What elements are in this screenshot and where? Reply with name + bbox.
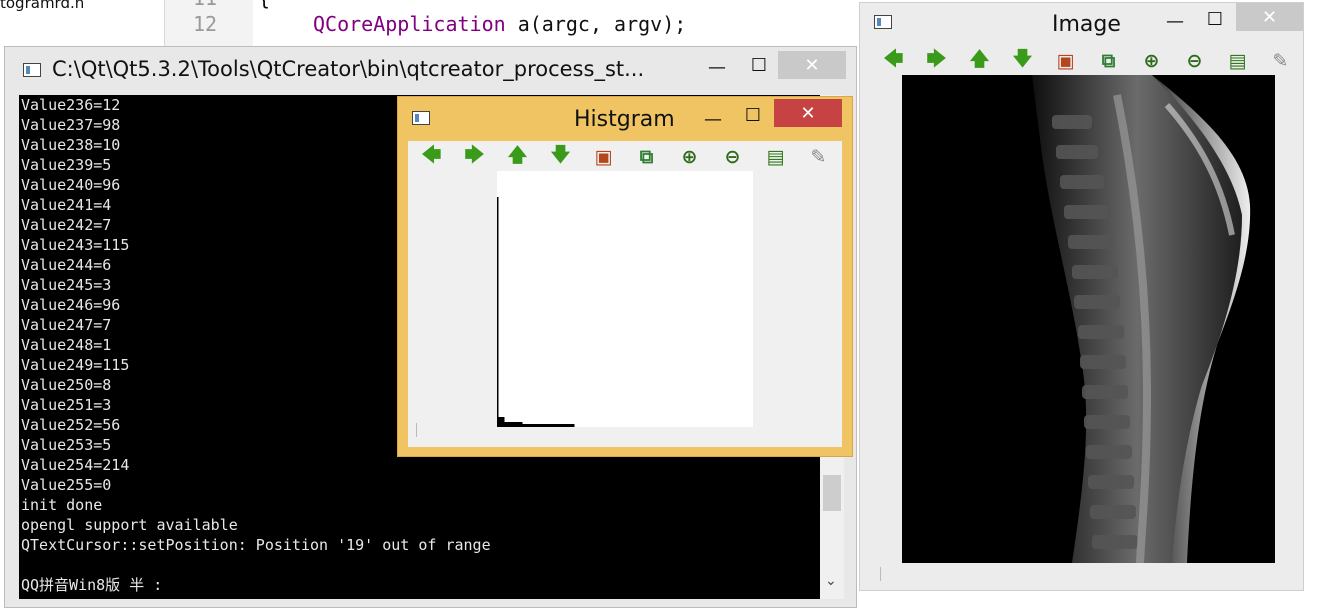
zoom-in-icon[interactable]: ⊕ — [668, 143, 711, 171]
minimize-button[interactable]: — — [696, 105, 730, 133]
histogram-toolbar: 🡄 🡆 🡅 🡇 ▣ ⧉ ⊕ ⊖ ▤ ✎ — [410, 143, 840, 171]
arrow-right-icon[interactable]: 🡆 — [915, 47, 958, 75]
project-file-item[interactable]: togramrd.h — [0, 0, 84, 12]
minimize-button[interactable]: — — [699, 53, 735, 81]
arrow-up-icon[interactable]: 🡅 — [496, 143, 539, 171]
scroll-down-icon[interactable]: ⌄ — [825, 573, 837, 589]
arrow-up-icon[interactable]: 🡅 — [958, 47, 1001, 75]
image-icon[interactable]: ▣ — [1044, 47, 1087, 75]
fit-window-icon[interactable]: ⧉ — [625, 143, 668, 171]
arrow-down-icon[interactable]: 🡇 — [539, 143, 582, 171]
arrow-left-icon[interactable]: 🡄 — [872, 47, 915, 75]
clear-icon[interactable]: ✎ — [1259, 47, 1302, 75]
histogram-canvas — [497, 171, 753, 427]
code-editor-background: togramrd.h 11 12 { QCoreApplication a(ar… — [0, 0, 860, 50]
maximize-button[interactable]: ☐ — [736, 101, 770, 129]
close-button[interactable]: ✕ — [774, 99, 842, 127]
line-number: 11 — [193, 0, 217, 10]
image-icon[interactable]: ▣ — [582, 143, 625, 171]
code-line: QCoreApplication a(argc, argv); — [313, 12, 686, 36]
save-icon[interactable]: ▤ — [1216, 47, 1259, 75]
code-statement: a(argc, argv); — [505, 12, 687, 36]
mri-image — [902, 75, 1275, 563]
project-tree: togramrd.h — [0, 0, 165, 50]
zoom-out-icon[interactable]: ⊖ — [711, 143, 754, 171]
maximize-button[interactable]: ☐ — [1198, 5, 1232, 33]
console-title: C:\Qt\Qt5.3.2\Tools\QtCreator\bin\qtcrea… — [52, 57, 645, 81]
console-line: init done — [21, 496, 103, 514]
arrow-right-icon[interactable]: 🡆 — [453, 143, 496, 171]
console-line: Value255=0 — [21, 476, 112, 494]
fit-window-icon[interactable]: ⧉ — [1087, 47, 1130, 75]
console-line: QTextCursor::setPosition: Position '19' … — [21, 536, 491, 554]
clear-icon[interactable]: ✎ — [797, 143, 840, 171]
scrollbar-thumb[interactable] — [823, 475, 841, 511]
code-brace: { — [258, 0, 270, 10]
image-title: Image — [1052, 12, 1121, 37]
status-bar-divider — [880, 567, 881, 581]
code-type-name: QCoreApplication — [313, 12, 506, 36]
status-bar-divider — [416, 423, 417, 437]
image-app-icon — [874, 15, 892, 29]
histogram-title: Histgram — [574, 107, 675, 132]
console-line: Value254=214 — [21, 456, 130, 474]
arrow-down-icon[interactable]: 🡇 — [1001, 47, 1044, 75]
save-icon[interactable]: ▤ — [754, 143, 797, 171]
zoom-in-icon[interactable]: ⊕ — [1130, 47, 1173, 75]
histogram-plot — [497, 197, 575, 427]
close-button[interactable]: ✕ — [778, 51, 846, 79]
minimize-button[interactable]: — — [1158, 7, 1192, 35]
histogram-app-icon — [412, 111, 430, 125]
zoom-out-icon[interactable]: ⊖ — [1173, 47, 1216, 75]
console-app-icon — [23, 63, 41, 77]
console-line: opengl support available — [21, 516, 238, 534]
mri-spine-picture — [1032, 75, 1251, 563]
console-line: QQ拼音Win8版 半 : — [21, 576, 163, 594]
histogram-window: Histgram — ☐ ✕ 🡄 🡆 🡅 🡇 ▣ ⧉ ⊕ ⊖ ▤ ✎ — [397, 96, 853, 457]
image-toolbar: 🡄 🡆 🡅 🡇 ▣ ⧉ ⊕ ⊖ ▤ ✎ — [872, 47, 1302, 75]
arrow-left-icon[interactable]: 🡄 — [410, 143, 453, 171]
histogram-client-area: 🡄 🡆 🡅 🡇 ▣ ⧉ ⊕ ⊖ ▤ ✎ — [408, 141, 842, 447]
line-number: 12 — [193, 12, 218, 36]
close-button[interactable]: ✕ — [1236, 3, 1303, 31]
image-window: Image — ☐ ✕ 🡄 🡆 🡅 🡇 ▣ ⧉ ⊕ ⊖ ▤ ✎ — [859, 2, 1304, 591]
maximize-button[interactable]: ☐ — [741, 51, 777, 79]
line-number-gutter: 11 12 — [165, 0, 253, 50]
